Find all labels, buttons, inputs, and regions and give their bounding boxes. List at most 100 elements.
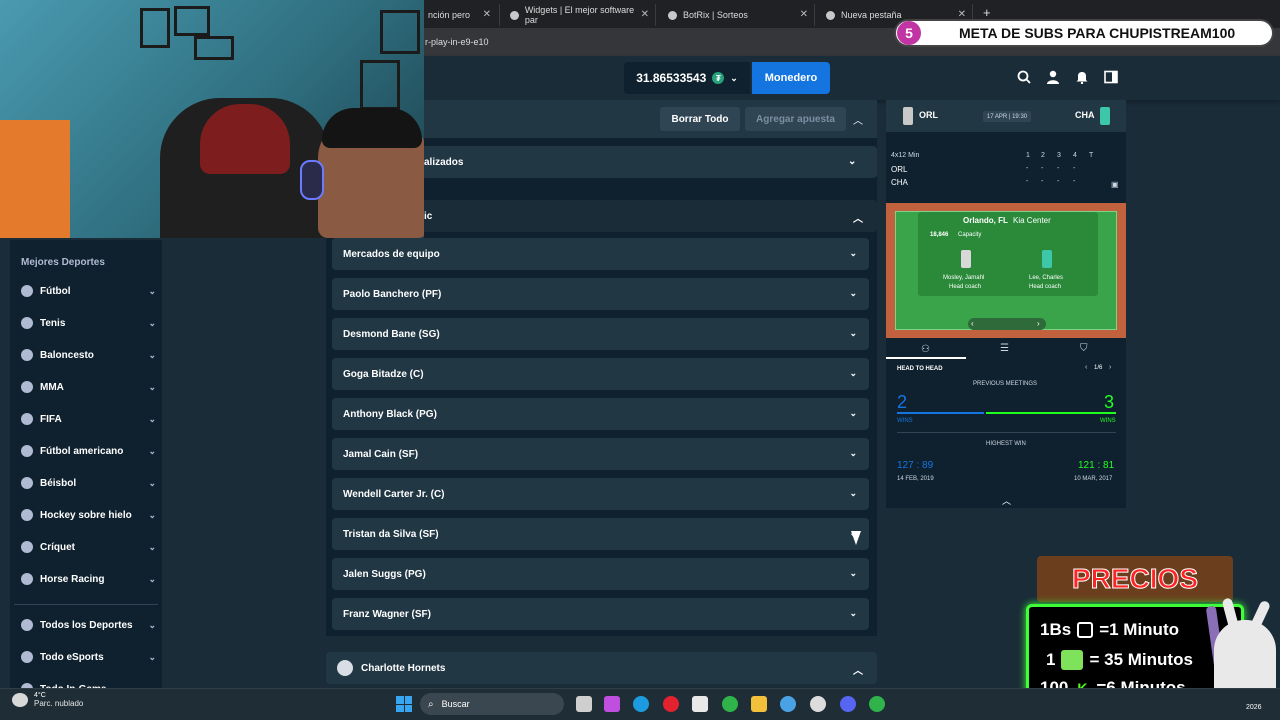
market-row[interactable]: Franz Wagner (SF) ⌄ bbox=[332, 598, 869, 630]
sidebar-item-tenis[interactable]: Tenis ⌄ bbox=[21, 314, 156, 332]
discord-icon[interactable] bbox=[840, 696, 856, 712]
chevron-down-icon: ⌄ bbox=[148, 619, 156, 630]
market-row[interactable]: Paolo Banchero (PF) ⌄ bbox=[332, 278, 869, 310]
chevron-up-icon[interactable]: ︿ bbox=[1002, 494, 1011, 507]
tab-title: Nueva pestaña bbox=[841, 10, 902, 20]
browser-tab[interactable]: BotRix | Sorteos ✕ bbox=[660, 4, 815, 26]
balance-amount: 31.86533543 bbox=[636, 71, 707, 85]
copilot-icon[interactable] bbox=[604, 696, 620, 712]
close-icon[interactable]: ✕ bbox=[483, 9, 491, 20]
browser-tab[interactable]: nción pero ✕ bbox=[420, 4, 500, 26]
hockey-icon bbox=[21, 509, 33, 521]
sidebar-item-label: Todo eSports bbox=[40, 651, 104, 663]
sidebar-item-todos-deportes[interactable]: Todos los Deportes ⌄ bbox=[21, 616, 156, 634]
score-cell: - bbox=[1073, 178, 1076, 185]
tether-coin-icon: ₮ bbox=[712, 72, 725, 84]
cloud-sun-icon bbox=[12, 693, 28, 707]
market-row[interactable]: Tristan da Silva (SF) ⌄ bbox=[332, 518, 869, 550]
fifa-icon bbox=[21, 413, 33, 425]
notifications-bell-icon[interactable] bbox=[1074, 70, 1090, 86]
chevron-down-icon: ⌄ bbox=[148, 477, 156, 488]
clear-all-button[interactable]: Borrar Todo bbox=[660, 107, 740, 131]
sidebar-item-horse-racing[interactable]: Horse Racing ⌄ bbox=[21, 570, 156, 588]
list-tab-icon[interactable]: ☰ bbox=[1000, 343, 1009, 354]
windows-start-icon[interactable] bbox=[396, 696, 412, 712]
market-row[interactable]: Jamal Cain (SF) ⌄ bbox=[332, 438, 869, 470]
home-coach-name: Mosley, Jamahl bbox=[943, 275, 985, 281]
balance-display[interactable]: 31.86533543 ₮ ⌄ bbox=[624, 62, 750, 94]
opera-icon[interactable] bbox=[663, 696, 679, 712]
chevron-right-icon[interactable]: › bbox=[1109, 364, 1111, 371]
task-view-icon[interactable] bbox=[576, 696, 592, 712]
chevron-down-icon: ⌄ bbox=[148, 317, 156, 328]
carousel-dots[interactable] bbox=[968, 318, 1046, 330]
sidebar-item-criquet[interactable]: Críquet ⌄ bbox=[21, 538, 156, 556]
weather-widget[interactable]: 4°C Parc. nublado bbox=[12, 692, 83, 708]
sidebar-item-mma[interactable]: MMA ⌄ bbox=[21, 378, 156, 396]
previous-meetings-label: PREVIOUS MEETINGS bbox=[973, 381, 1038, 387]
sidebar-item-hockey[interactable]: Hockey sobre hielo ⌄ bbox=[21, 506, 156, 524]
add-bet-button[interactable]: Agregar apuesta bbox=[745, 107, 846, 131]
market-row[interactable]: Desmond Bane (SG) ⌄ bbox=[332, 318, 869, 350]
sidebar-item-label: Baloncesto bbox=[40, 349, 94, 361]
app-icon[interactable] bbox=[869, 696, 885, 712]
user-icon[interactable] bbox=[1045, 70, 1061, 86]
sidebar-item-label: MMA bbox=[40, 381, 64, 393]
taskbar-search[interactable]: ⌕ Buscar bbox=[420, 693, 564, 715]
store-icon[interactable] bbox=[692, 696, 708, 712]
chevron-right-icon[interactable]: › bbox=[1037, 319, 1040, 328]
chrome-icon[interactable] bbox=[780, 696, 796, 712]
new-tab-icon[interactable]: + bbox=[983, 5, 991, 20]
wallet-button[interactable]: Monedero bbox=[752, 62, 830, 94]
sidebar-item-label: Fútbol bbox=[40, 285, 71, 297]
chevron-down-icon: ⌄ bbox=[849, 608, 857, 618]
close-icon[interactable]: ✕ bbox=[800, 9, 808, 20]
jersey-tab-icon[interactable]: ⛉ bbox=[1080, 343, 1088, 354]
sidebar-item-futbol-americano[interactable]: Fútbol americano ⌄ bbox=[21, 442, 156, 460]
away-highest-score: 121 : 81 bbox=[1078, 460, 1115, 471]
sidebar-item-beisbol[interactable]: Béisbol ⌄ bbox=[21, 474, 156, 492]
market-row[interactable]: Mercados de equipo ⌄ bbox=[332, 238, 869, 270]
market-label: Mercados de equipo bbox=[343, 248, 440, 260]
market-row[interactable]: Goga Bitadze (C) ⌄ bbox=[332, 358, 869, 390]
streamer-hair bbox=[322, 108, 422, 148]
h2h-page: 1/6 bbox=[1094, 365, 1103, 371]
market-label: Tristan da Silva (SF) bbox=[343, 528, 439, 540]
chevron-down-icon: ⌄ bbox=[148, 381, 156, 392]
score-cell: - bbox=[1041, 165, 1044, 172]
home-highest-score: 127 : 89 bbox=[897, 460, 934, 471]
sidebar-item-label: FIFA bbox=[40, 413, 62, 425]
market-row[interactable]: Jalen Suggs (PG) ⌄ bbox=[332, 558, 869, 590]
tab-title: nción pero bbox=[428, 10, 471, 20]
market-row[interactable]: Anthony Black (PG) ⌄ bbox=[332, 398, 869, 430]
sidebar-item-futbol[interactable]: Fútbol ⌄ bbox=[21, 282, 156, 300]
home-highest-date: 14 FEB, 2019 bbox=[897, 476, 934, 482]
sidebar-toggle-icon[interactable] bbox=[1103, 70, 1119, 86]
lineup-tab-icon[interactable]: ⚇ bbox=[921, 344, 930, 355]
chevron-left-icon[interactable]: ‹ bbox=[971, 319, 974, 328]
team-section-header[interactable]: Charlotte Hornets ︿ bbox=[326, 652, 877, 684]
capacity-label: Capacity bbox=[958, 232, 982, 238]
chevron-up-icon[interactable]: ︿ bbox=[853, 112, 863, 127]
edge-icon[interactable] bbox=[633, 696, 649, 712]
close-icon[interactable]: ✕ bbox=[641, 9, 649, 20]
away-jersey-icon bbox=[1100, 107, 1110, 125]
stats-icon[interactable]: ▣ bbox=[1111, 180, 1119, 189]
headset bbox=[300, 160, 324, 200]
chevron-left-icon[interactable]: ‹ bbox=[1085, 364, 1087, 371]
chevron-down-icon: ⌄ bbox=[730, 72, 738, 83]
sidebar-item-esports[interactable]: Todo eSports ⌄ bbox=[21, 648, 156, 666]
search-icon[interactable] bbox=[1016, 70, 1032, 86]
sidebar-item-baloncesto[interactable]: Baloncesto ⌄ bbox=[21, 346, 156, 364]
chevron-up-icon: ︿ bbox=[853, 666, 863, 677]
browser-tab[interactable]: Widgets | El mejor software par ✕ bbox=[502, 4, 656, 26]
obs-icon[interactable] bbox=[810, 696, 826, 712]
chevron-down-icon: ⌄ bbox=[148, 651, 156, 662]
sidebar-item-fifa[interactable]: FIFA ⌄ bbox=[21, 410, 156, 428]
file-explorer-icon[interactable] bbox=[751, 696, 767, 712]
app-icon[interactable] bbox=[722, 696, 738, 712]
market-row[interactable]: Wendell Carter Jr. (C) ⌄ bbox=[332, 478, 869, 510]
sidebar-divider bbox=[14, 604, 158, 605]
score-cell: - bbox=[1026, 178, 1029, 185]
sidebar-item-label: Tenis bbox=[40, 317, 66, 329]
